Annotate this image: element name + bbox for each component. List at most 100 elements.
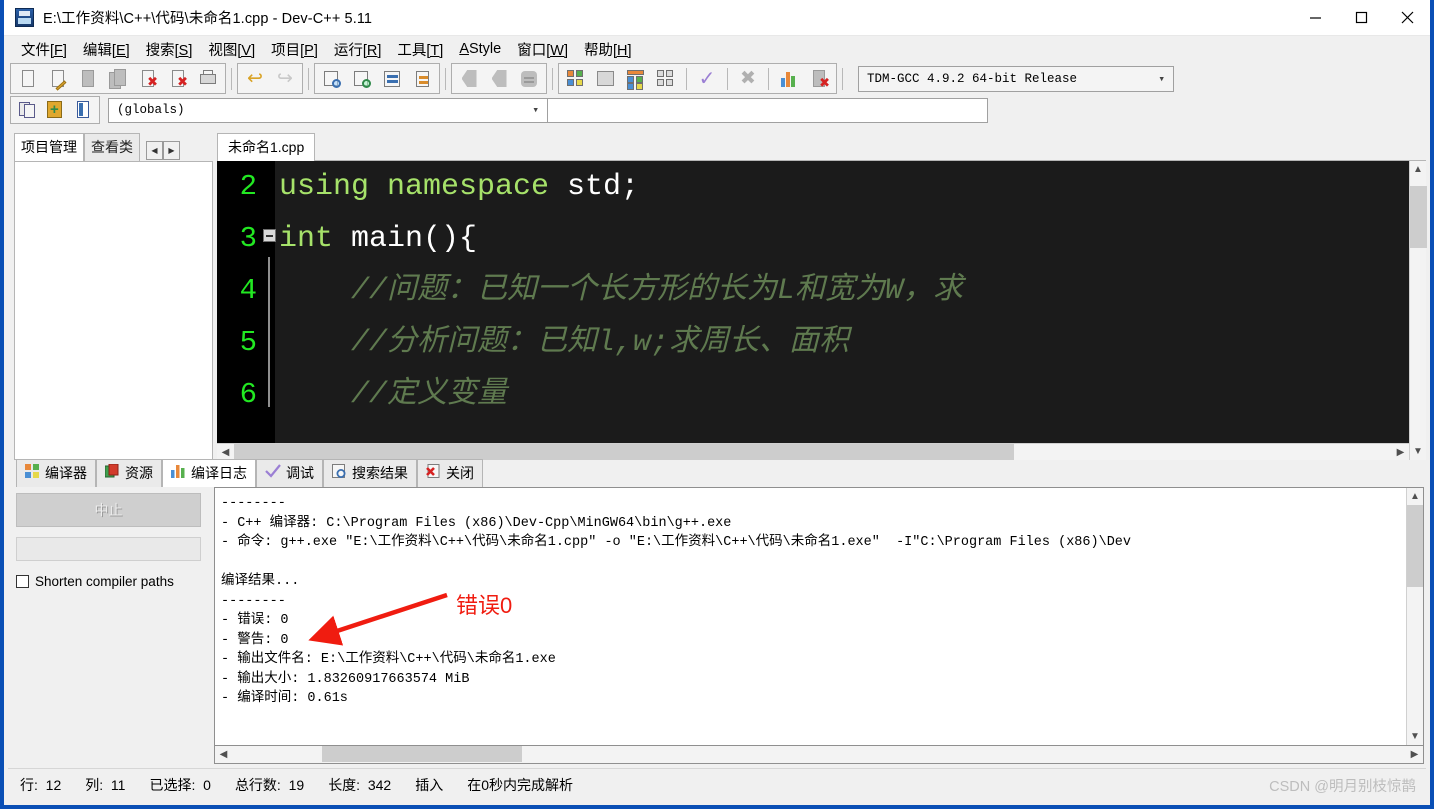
menu-view[interactable]: 视图[V] <box>201 36 262 63</box>
editor-horizontal-scrollbar[interactable]: ◀ ▶ <box>217 443 1409 460</box>
project-options-button[interactable] <box>69 97 97 123</box>
scroll-left-icon[interactable]: ◀ <box>215 746 232 763</box>
replace-button[interactable] <box>347 65 377 93</box>
syntax-check-button[interactable]: ✓ <box>692 65 722 93</box>
menu-edit[interactable]: 编辑[E] <box>76 36 137 63</box>
log-vertical-scrollbar[interactable]: ▲ ▼ <box>1406 488 1423 745</box>
menu-project[interactable]: 项目[P] <box>264 36 325 63</box>
project-tree[interactable] <box>14 161 213 460</box>
toolbar-secondary: + (globals) ▾ <box>4 95 1430 125</box>
tab-search-results[interactable]: 搜索结果 <box>323 459 417 487</box>
scroll-down-icon[interactable]: ▼ <box>1407 728 1424 745</box>
title-bar: E:\工作资料\C++\代码\未命名1.cpp - Dev-C++ 5.11 <box>4 0 1430 36</box>
scroll-up-icon[interactable]: ▲ <box>1407 488 1424 505</box>
toolbar-divider <box>445 67 446 90</box>
tab-debug[interactable]: 调试 <box>256 459 323 487</box>
status-total-lines: 总行数: 19 <box>223 775 316 795</box>
tab-scroll-left-icon[interactable]: ◀ <box>146 141 163 160</box>
close-file-button[interactable]: ✖ <box>133 65 163 93</box>
forward-button[interactable] <box>484 65 514 93</box>
rebuild-all-button[interactable] <box>651 65 681 93</box>
undo-button[interactable]: ↩ <box>240 65 270 93</box>
log-hscroll-track[interactable] <box>232 746 1406 763</box>
code-view[interactable]: 23456 using namespace std; int main(){ //… <box>217 161 1409 443</box>
menu-view-mnemonic: [V] <box>237 42 256 59</box>
code-fold-bar[interactable] <box>263 161 276 443</box>
menu-file[interactable]: 文件[F] <box>14 36 74 63</box>
tab-close[interactable]: 关闭 <box>417 459 483 487</box>
log-vscroll-thumb[interactable] <box>1406 505 1423 587</box>
find-button[interactable] <box>317 65 347 93</box>
compiler-set-selector[interactable]: TDM-GCC 4.9.2 64-bit Release ▾ <box>858 65 1174 92</box>
stop-execution-button[interactable]: ✖ <box>733 65 763 93</box>
editor-vertical-scrollbar[interactable]: ▲ ▼ <box>1409 161 1427 460</box>
compile-run-button[interactable] <box>621 65 651 93</box>
tab-compile-log[interactable]: 编译日志 <box>162 459 256 487</box>
back-button[interactable] <box>454 65 484 93</box>
code-line[interactable]: //分析问题：已知l,w;求周长、面积 <box>279 317 1409 369</box>
editor-tab-file[interactable]: 未命名1.cpp <box>217 133 316 161</box>
code-line[interactable]: //定义变量 <box>279 369 1409 421</box>
shorten-paths-row[interactable]: Shorten compiler paths <box>16 574 206 589</box>
toolbar-divider <box>231 67 232 90</box>
new-file-button[interactable] <box>13 65 43 93</box>
add-to-project-button[interactable]: + <box>41 97 69 123</box>
scroll-right-icon[interactable]: ▶ <box>1406 746 1423 763</box>
scroll-right-icon[interactable]: ▶ <box>1392 444 1409 461</box>
menu-window[interactable]: 窗口[W] <box>510 36 575 63</box>
open-file-button[interactable] <box>43 65 73 93</box>
menu-search[interactable]: 搜索[S] <box>139 36 200 63</box>
menu-run[interactable]: 运行[R] <box>327 36 389 63</box>
tab-scroll-right-icon[interactable]: ▶ <box>163 141 180 160</box>
run-button[interactable] <box>591 65 621 93</box>
tab-compiler[interactable]: 编译器 <box>16 459 96 487</box>
scope-selector[interactable]: (globals) ▾ <box>108 97 548 123</box>
scope-secondary-selector[interactable] <box>548 97 988 123</box>
menu-help[interactable]: 帮助[H] <box>577 36 639 63</box>
goto-line-button[interactable] <box>377 65 407 93</box>
log-vscroll-track[interactable] <box>1406 505 1423 728</box>
grid-squares-icon <box>25 464 40 482</box>
tab-project-manager[interactable]: 项目管理 <box>14 133 84 161</box>
code-line[interactable]: using namespace std; <box>279 161 1409 213</box>
shorten-paths-checkbox[interactable] <box>16 575 29 588</box>
compile-log-view[interactable]: -------- - C++ 编译器: C:\Program Files (x8… <box>214 487 1424 746</box>
code-line[interactable]: //问题：已知一个长方形的长为L和宽为W，求 <box>279 265 1409 317</box>
source-code-text[interactable]: using namespace std; int main(){ //问题：已知一… <box>275 161 1409 443</box>
compile-log-text: -------- - C++ 编译器: C:\Program Files (x8… <box>221 496 1132 706</box>
status-length-value: 342 <box>367 777 392 793</box>
save-file-button[interactable] <box>73 65 103 93</box>
abort-button[interactable]: 中止 <box>16 493 201 527</box>
scroll-down-icon[interactable]: ▼ <box>1410 443 1427 460</box>
menu-project-mnemonic: [P] <box>300 42 318 59</box>
save-all-button[interactable] <box>103 65 133 93</box>
log-horizontal-scrollbar[interactable]: ◀ ▶ <box>214 746 1424 764</box>
redo-button[interactable]: ↪ <box>270 65 300 93</box>
minimize-button[interactable] <box>1292 0 1338 36</box>
bookmark-button[interactable] <box>514 65 544 93</box>
log-hscroll-thumb[interactable] <box>322 746 522 762</box>
editor-vscroll-thumb[interactable] <box>1409 186 1427 248</box>
tab-class-browser[interactable]: 查看类 <box>84 133 140 161</box>
new-project-button[interactable] <box>13 97 41 123</box>
compile-button[interactable] <box>561 65 591 93</box>
delete-profile-button[interactable]: ✖ <box>804 65 834 93</box>
close-button[interactable] <box>1384 0 1430 36</box>
close-all-button[interactable]: ✖ <box>163 65 193 93</box>
profile-button[interactable] <box>774 65 804 93</box>
editor-hscroll-thumb[interactable] <box>234 443 1014 460</box>
goto-function-button[interactable] <box>407 65 437 93</box>
tab-resources[interactable]: 资源 <box>96 459 162 487</box>
code-token: //问题：已知一个长方形的长为L和宽为W，求 <box>279 274 964 308</box>
menu-astyle[interactable]: AStyle <box>452 38 508 60</box>
editor-vscroll-track[interactable] <box>1409 178 1427 443</box>
code-line[interactable]: int main(){ <box>279 213 1409 265</box>
scroll-left-icon[interactable]: ◀ <box>217 444 234 461</box>
menu-tools[interactable]: 工具[T] <box>390 36 450 63</box>
fold-toggle-icon[interactable] <box>263 229 276 242</box>
toolbar-project-group: + <box>10 96 100 124</box>
editor-hscroll-track[interactable] <box>234 443 1392 460</box>
scroll-up-icon[interactable]: ▲ <box>1410 161 1427 178</box>
print-button[interactable] <box>193 65 223 93</box>
maximize-button[interactable] <box>1338 0 1384 36</box>
